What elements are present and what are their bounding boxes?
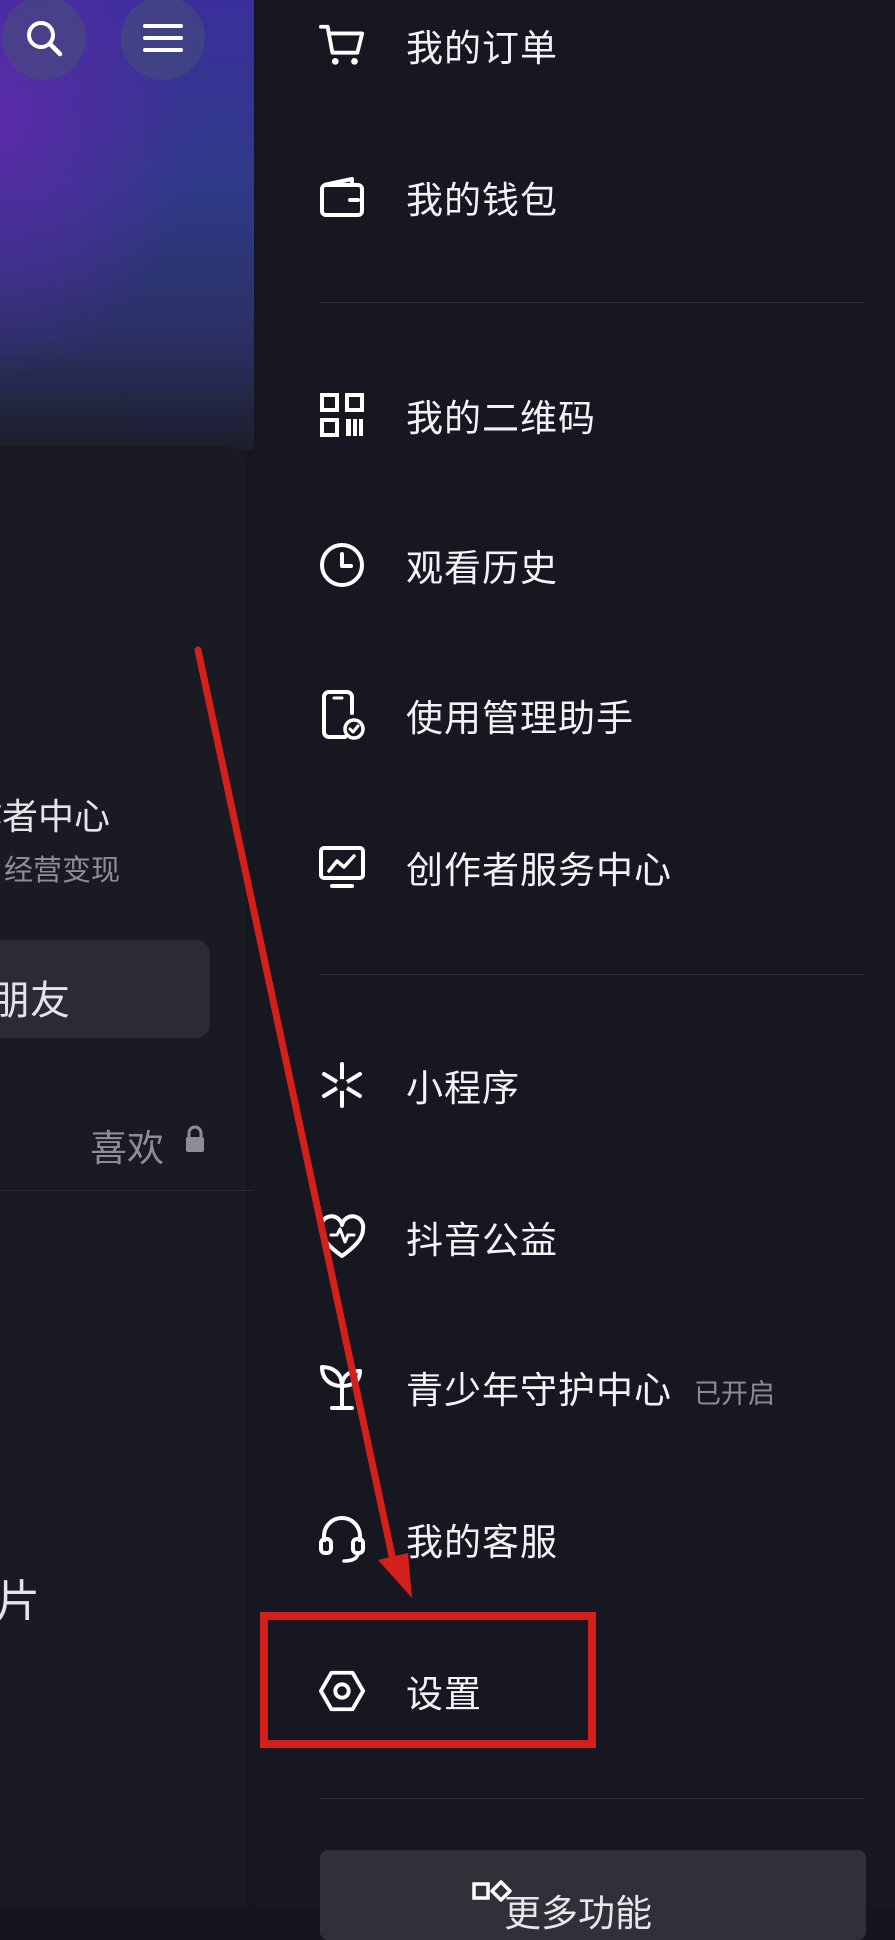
phone-check-icon: [318, 690, 366, 740]
menu-item-wallet[interactable]: 我的钱包: [254, 142, 895, 252]
settings-highlight-box: [260, 1612, 596, 1748]
menu-item-customer-service[interactable]: 我的客服: [254, 1484, 895, 1594]
menu-divider-3: [320, 1798, 864, 1799]
youth-protection-label-text: 青少年守护中心: [406, 1369, 672, 1412]
qr-code-icon: [318, 391, 366, 439]
menu-item-usage-assistant[interactable]: 使用管理助手: [254, 660, 895, 770]
menu-label-watch-history: 观看历史: [406, 547, 558, 590]
creator-center-subtitle: 经营变现: [4, 853, 121, 887]
menu-item-youth-protection-center[interactable]: 青少年守护中心 已开启: [254, 1332, 895, 1442]
profile-page-behind: 作者中心 经营变现 朋友 喜欢 片: [0, 0, 254, 1907]
monitor-chart-icon: [318, 843, 366, 891]
menu-button[interactable]: [121, 0, 205, 80]
menu-item-watch-history[interactable]: 观看历史: [254, 510, 895, 620]
tile-label: 片: [0, 1576, 40, 1627]
menu-item-qr-code[interactable]: 我的二维码: [254, 360, 895, 470]
menu-item-orders[interactable]: 我的订单: [254, 0, 895, 100]
menu-divider-2: [320, 974, 864, 975]
heart-charity-icon: [318, 1213, 366, 1261]
lock-icon: [186, 1125, 204, 1152]
menu-label-youth-protection-center: 青少年守护中心 已开启: [406, 1360, 775, 1414]
likes-tab-label[interactable]: 喜欢: [90, 1118, 164, 1172]
menu-divider-1: [320, 302, 864, 303]
menu-label-douyin-charity: 抖音公益: [406, 1219, 558, 1262]
more-features-label: 更多功能: [504, 1892, 652, 1935]
menu-label-usage-assistant: 使用管理助手: [406, 697, 634, 740]
menu-label-creator-service-center: 创作者服务中心: [406, 849, 672, 892]
wallet-icon: [318, 173, 366, 221]
creator-center-title[interactable]: 作者中心: [0, 788, 110, 840]
menu-label-customer-service: 我的客服: [406, 1521, 558, 1564]
menu-item-douyin-charity[interactable]: 抖音公益: [254, 1182, 895, 1292]
menu-label-qr-code: 我的二维码: [406, 397, 596, 440]
menu-item-creator-service-center[interactable]: 创作者服务中心: [254, 812, 895, 922]
menu-label-mini-programs: 小程序: [406, 1067, 520, 1110]
search-button[interactable]: [2, 0, 86, 80]
clock-icon: [318, 541, 366, 589]
search-icon: [27, 21, 63, 57]
youth-protection-status-badge: 已开启: [694, 1379, 775, 1410]
sprout-icon: [318, 1363, 366, 1411]
profile-panel: [0, 446, 246, 1907]
add-friend-label: 朋友: [0, 978, 70, 1024]
menu-label-wallet: 我的钱包: [406, 179, 558, 222]
cart-icon: [318, 21, 366, 69]
menu-label-orders: 我的订单: [406, 27, 558, 70]
left-divider: [0, 1190, 254, 1191]
headset-icon: [318, 1515, 366, 1563]
menu-item-mini-programs[interactable]: 小程序: [254, 1030, 895, 1140]
hamburger-icon: [143, 24, 183, 52]
mini-program-icon: [318, 1061, 366, 1109]
